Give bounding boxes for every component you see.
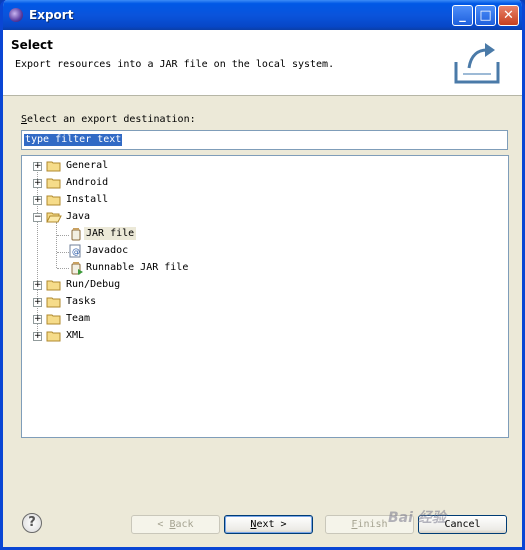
eclipse-icon bbox=[9, 8, 23, 22]
folder-icon bbox=[46, 195, 61, 206]
tree-item-tasks[interactable]: + Tasks bbox=[22, 294, 502, 311]
page-title: Select bbox=[11, 38, 53, 52]
tree-item-team[interactable]: + Team bbox=[22, 311, 502, 328]
jar-file-icon bbox=[71, 228, 81, 241]
tree-item-run-debug[interactable]: + Run/Debug bbox=[22, 277, 502, 294]
expand-icon[interactable]: + bbox=[33, 298, 42, 307]
help-button[interactable]: ? bbox=[22, 513, 42, 533]
svg-text:@: @ bbox=[72, 247, 80, 256]
filter-input[interactable]: type filter text bbox=[21, 130, 508, 150]
tree-item-general[interactable]: + General bbox=[22, 158, 502, 175]
window-title: Export bbox=[29, 8, 74, 22]
tree-item-javadoc[interactable]: @ Javadoc bbox=[22, 243, 502, 260]
folder-icon bbox=[46, 178, 61, 189]
back-button[interactable]: < Back bbox=[131, 515, 220, 534]
expand-icon[interactable]: + bbox=[33, 196, 42, 205]
tree-item-java[interactable]: − Java bbox=[22, 209, 502, 226]
folder-icon bbox=[46, 331, 61, 342]
maximize-button[interactable]: □ bbox=[475, 5, 496, 26]
folder-icon bbox=[46, 314, 61, 325]
export-wizard-icon bbox=[454, 43, 500, 84]
expand-icon[interactable]: + bbox=[33, 281, 42, 290]
folder-icon bbox=[46, 280, 61, 291]
tree-item-install[interactable]: + Install bbox=[22, 192, 502, 209]
minimize-button[interactable]: _ bbox=[452, 5, 473, 26]
collapse-icon[interactable]: − bbox=[33, 213, 42, 222]
expand-icon[interactable]: + bbox=[33, 162, 42, 171]
expand-icon[interactable]: + bbox=[33, 332, 42, 341]
tree-item-runnable-jar[interactable]: Runnable JAR file bbox=[22, 260, 502, 277]
open-folder-icon bbox=[46, 212, 62, 223]
next-button[interactable]: Next > bbox=[224, 515, 313, 534]
destination-label: Select an export destination: bbox=[21, 114, 196, 125]
folder-icon bbox=[46, 161, 61, 172]
title-bar[interactable]: Export _ □ ✕ bbox=[3, 0, 522, 30]
javadoc-icon: @ bbox=[69, 244, 81, 258]
folder-icon bbox=[46, 297, 61, 308]
close-button[interactable]: ✕ bbox=[498, 5, 519, 26]
tree-item-android[interactable]: + Android bbox=[22, 175, 502, 192]
watermark-text: Bai 经验 bbox=[388, 510, 446, 526]
wizard-header: Select Export resources into a JAR file … bbox=[3, 30, 522, 96]
page-description: Export resources into a JAR file on the … bbox=[15, 59, 335, 70]
export-dialog: Export _ □ ✕ Select Export resources int… bbox=[0, 0, 525, 550]
runnable-jar-icon bbox=[71, 262, 83, 275]
export-wizard-tree: + General + Android + Install − Java JAR… bbox=[21, 155, 509, 438]
filter-text: type filter text bbox=[24, 134, 123, 146]
tree-item-xml[interactable]: + XML bbox=[22, 328, 502, 345]
expand-icon[interactable]: + bbox=[33, 179, 42, 188]
tree-item-jar-file[interactable]: JAR file bbox=[22, 226, 502, 243]
expand-icon[interactable]: + bbox=[33, 315, 42, 324]
